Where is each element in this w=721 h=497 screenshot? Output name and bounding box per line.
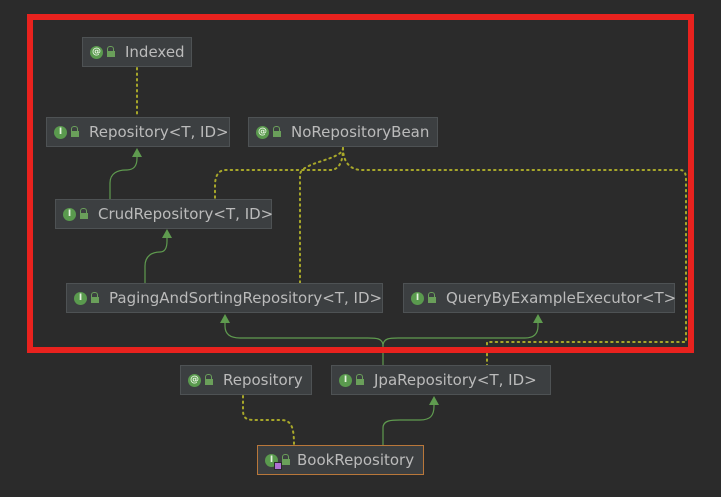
node-indexed[interactable]: @ Indexed [82,37,192,67]
node-label: BookRepository [297,451,415,469]
node-jparepository[interactable]: I JpaRepository<T, ID> [331,365,551,395]
node-norepositorybean[interactable]: @ NoRepositoryBean [248,117,438,147]
node-bookrepository[interactable]: I BookRepository [257,445,424,475]
annotation-icon: @ [256,125,269,139]
node-label: Repository<T, ID> [89,123,229,141]
lock-icon [204,374,214,386]
node-label: Repository [223,371,303,389]
lock-icon [79,208,89,220]
node-repository-generic[interactable]: I Repository<T, ID> [46,117,230,147]
node-label: PagingAndSortingRepository<T, ID> [109,289,383,307]
lock-icon [281,454,291,466]
annotation-link-book-repository [242,395,295,446]
node-crudrepository[interactable]: I CrudRepository<T, ID> [55,199,274,229]
interface-icon: I [63,207,76,221]
node-label: Indexed [125,43,185,61]
node-pagingandsortingrepository[interactable]: I PagingAndSortingRepository<T, ID> [66,283,383,313]
node-label: NoRepositoryBean [291,123,430,141]
interface-icon: I [74,291,87,305]
node-label: QueryByExampleExecutor<T> [446,289,677,307]
interface-icon: I [339,373,352,387]
lock-icon [70,126,80,138]
node-label: JpaRepository<T, ID> [374,371,537,389]
node-querybyexampleexecutor[interactable]: I QueryByExampleExecutor<T> [403,283,677,313]
interface-icon: I [265,453,282,470]
inherit-link-book-jpa [382,401,435,445]
annotation-icon: @ [188,373,201,387]
interface-icon: I [411,291,424,305]
annotation-icon: @ [90,45,103,59]
lock-icon [355,374,365,386]
lock-icon [90,292,100,304]
lock-icon [272,126,282,138]
class-diagram-canvas: @ Indexed I Repository<T, ID> @ NoReposi… [0,0,721,497]
node-label: CrudRepository<T, ID> [98,205,274,223]
arrowhead-jparepository [429,396,439,405]
interface-icon: I [54,125,67,139]
lock-icon [106,46,116,58]
node-repository-annotation[interactable]: @ Repository [180,365,312,395]
lock-icon [427,292,437,304]
